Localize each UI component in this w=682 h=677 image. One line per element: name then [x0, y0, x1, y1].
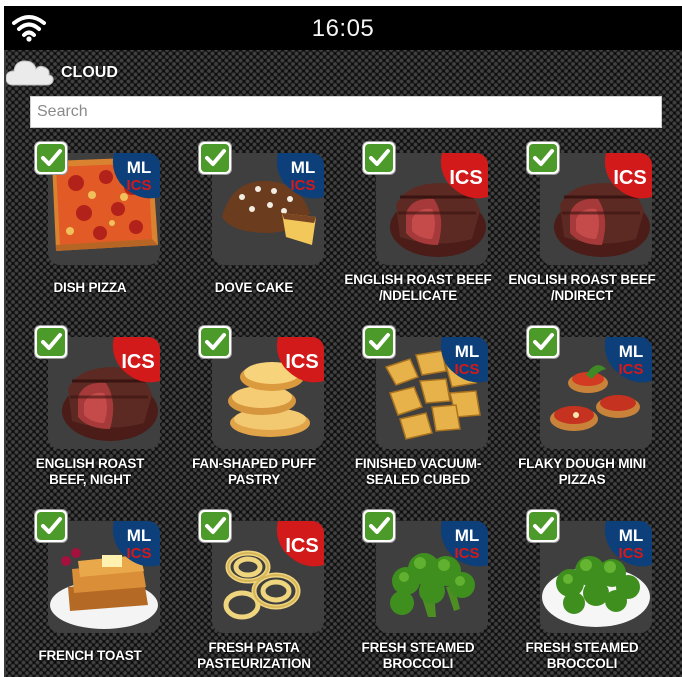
checkmark-icon [37, 512, 65, 540]
recipe-tile[interactable]: ICS ENGLISH ROAST BEEF, NIGHT [8, 326, 172, 504]
recipe-name: DISH PIZZA [53, 280, 127, 295]
recipe-name: ENGLISH ROAST BEEF, NIGHT [35, 456, 145, 487]
svg-text:ML: ML [291, 158, 316, 177]
checkmark-icon [529, 328, 557, 356]
checkmark-icon [201, 328, 229, 356]
svg-text:ML: ML [619, 526, 644, 545]
recipe-browser: CLOUD ML ICS DISH PIZZA [4, 50, 682, 677]
recipe-checkbox[interactable] [35, 142, 67, 174]
ml-ics-badge-icon: ML ICS [604, 521, 652, 567]
recipe-tile[interactable]: ICS FRESH PASTA PASTEURIZATION [172, 510, 336, 677]
ml-ics-badge-icon: ML ICS [440, 337, 488, 383]
checkmark-icon [365, 512, 393, 540]
ml-ics-badge-icon: ML ICS [112, 521, 160, 567]
recipe-tile[interactable]: ML ICS FRESH STEAMED BROCCOLI [500, 510, 664, 677]
ml-ics-badge-icon: ML ICS [440, 521, 488, 567]
svg-text:ML: ML [455, 526, 480, 545]
status-bar: 16:05 [4, 6, 682, 50]
recipe-tile[interactable]: ICS FAN-SHAPED PUFF PASTRY [172, 326, 336, 504]
svg-text:ICS: ICS [126, 177, 151, 194]
ics-badge-icon: ICS [440, 153, 488, 199]
svg-text:ICS: ICS [613, 167, 646, 189]
ml-ics-badge-icon: ML ICS [112, 153, 160, 199]
device-screen: 16:05 CLOUD ML ICS DISH PIZZA [4, 6, 682, 677]
recipe-name: FRESH STEAMED BROCCOLI [525, 640, 639, 671]
checkmark-icon [529, 512, 557, 540]
svg-text:ML: ML [619, 342, 644, 361]
recipe-checkbox[interactable] [527, 142, 559, 174]
recipe-tile[interactable]: ML ICS DOVE CAKE [172, 142, 336, 320]
recipe-tile[interactable]: ML ICS DISH PIZZA [8, 142, 172, 320]
ml-ics-badge-icon: ML ICS [604, 337, 652, 383]
svg-text:ICS: ICS [454, 361, 479, 378]
svg-text:ICS: ICS [121, 351, 154, 373]
checkmark-icon [365, 328, 393, 356]
clock: 16:05 [311, 15, 375, 42]
recipe-checkbox[interactable] [363, 142, 395, 174]
svg-text:ML: ML [127, 158, 152, 177]
recipe-name: FRESH STEAMED BROCCOLI [361, 640, 475, 671]
svg-text:ICS: ICS [449, 167, 482, 189]
svg-text:ML: ML [455, 342, 480, 361]
svg-text:ICS: ICS [285, 535, 318, 557]
recipe-checkbox[interactable] [199, 510, 231, 542]
ics-badge-icon: ICS [276, 521, 324, 567]
recipe-name: ENGLISH ROAST BEEF /NDIRECT [508, 272, 656, 303]
recipe-checkbox[interactable] [199, 142, 231, 174]
recipe-checkbox[interactable] [35, 326, 67, 358]
recipe-name: FINISHED VACUUM-SEALED CUBED [354, 456, 482, 487]
recipe-name: FAN-SHAPED PUFF PASTRY [192, 456, 316, 487]
recipe-name: FRESH PASTA PASTEURIZATION [197, 640, 311, 671]
checkmark-icon [529, 144, 557, 172]
recipe-checkbox[interactable] [363, 510, 395, 542]
ics-badge-icon: ICS [604, 153, 652, 199]
recipe-tile[interactable]: ML ICS FRESH STEAMED BROCCOLI [336, 510, 500, 677]
recipe-tile[interactable]: ICS ENGLISH ROAST BEEF /NDIRECT [500, 142, 664, 320]
checkmark-icon [201, 512, 229, 540]
recipe-name: FRENCH TOAST [38, 648, 142, 663]
recipe-checkbox[interactable] [527, 510, 559, 542]
svg-text:ICS: ICS [285, 351, 318, 373]
svg-text:ICS: ICS [126, 545, 151, 562]
recipe-checkbox[interactable] [527, 326, 559, 358]
recipe-name: DOVE CAKE [214, 280, 294, 295]
recipe-tile[interactable]: ML ICS FINISHED VACUUM-SEALED CUBED [336, 326, 500, 504]
ics-badge-icon: ICS [276, 337, 324, 383]
recipe-tile[interactable]: ML ICS FRENCH TOAST [8, 510, 172, 677]
checkmark-icon [365, 144, 393, 172]
recipe-checkbox[interactable] [199, 326, 231, 358]
recipe-tile[interactable]: ICS ENGLISH ROAST BEEF /NDELICATE [336, 142, 500, 320]
svg-text:ICS: ICS [618, 545, 643, 562]
recipe-name: ENGLISH ROAST BEEF /NDELICATE [344, 272, 492, 303]
ics-badge-icon: ICS [112, 337, 160, 383]
checkmark-icon [201, 144, 229, 172]
recipe-checkbox[interactable] [363, 326, 395, 358]
recipe-grid: ML ICS DISH PIZZA ML ICS DOVE CAKE ICS E… [6, 50, 682, 677]
checkmark-icon [37, 144, 65, 172]
ml-ics-badge-icon: ML ICS [276, 153, 324, 199]
recipe-tile[interactable]: ML ICS FLAKY DOUGH MINI PIZZAS [500, 326, 664, 504]
checkmark-icon [37, 328, 65, 356]
svg-text:ICS: ICS [454, 545, 479, 562]
recipe-checkbox[interactable] [35, 510, 67, 542]
svg-text:ML: ML [127, 526, 152, 545]
recipe-name: FLAKY DOUGH MINI PIZZAS [518, 456, 646, 487]
svg-text:ICS: ICS [618, 361, 643, 378]
svg-text:ICS: ICS [290, 177, 315, 194]
